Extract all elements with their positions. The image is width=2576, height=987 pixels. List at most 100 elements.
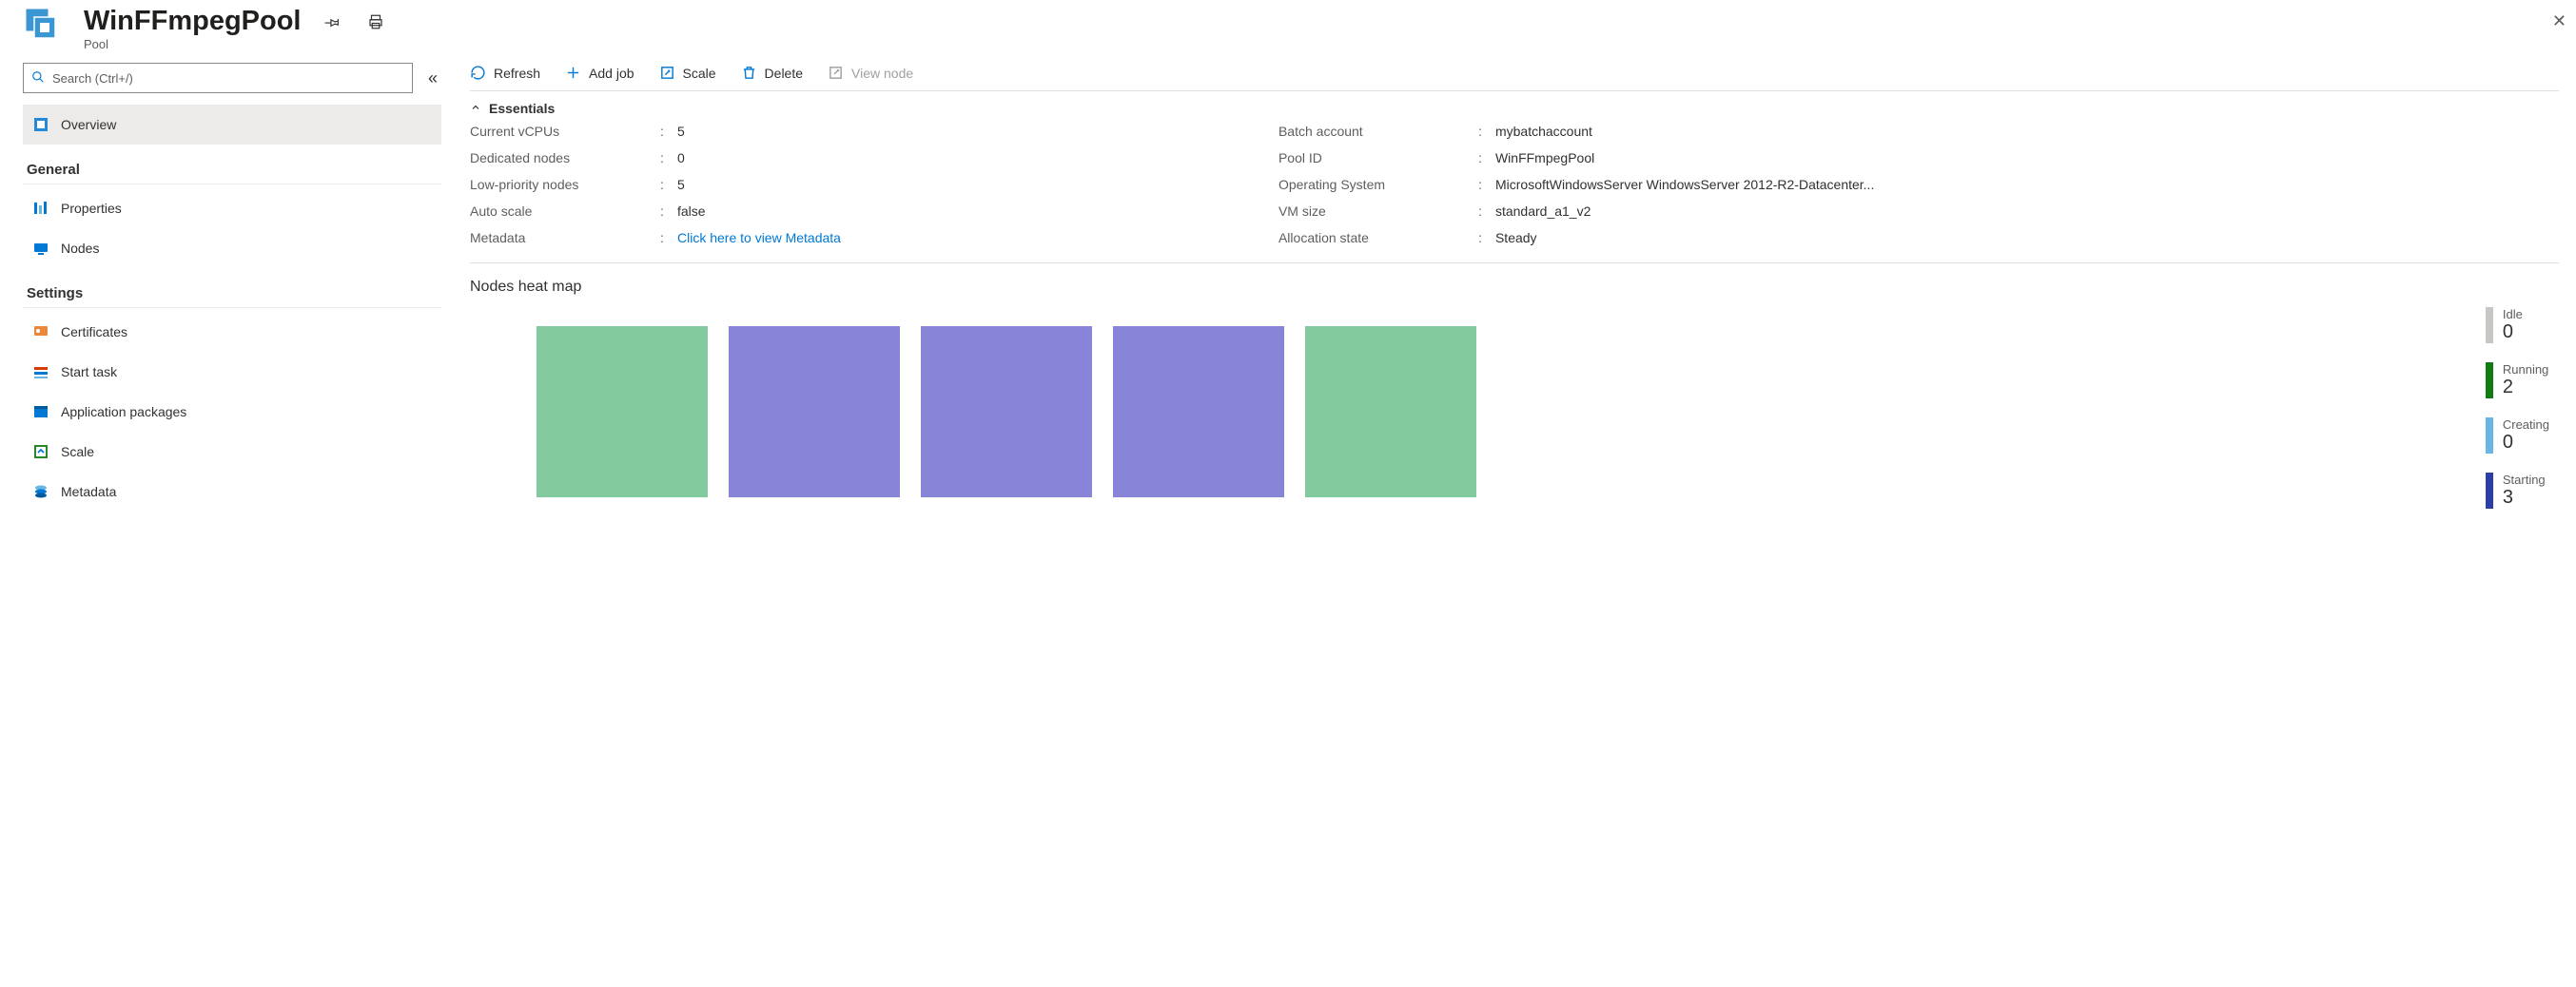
- close-button[interactable]: ✕: [2552, 11, 2566, 31]
- nav-item-label: Overview: [61, 117, 116, 132]
- essentials-left: Current vCPUs : 5 Dedicated nodes : 0 Lo…: [470, 124, 841, 245]
- nav-item-label: Metadata: [61, 484, 116, 499]
- ess-label: Dedicated nodes: [470, 150, 660, 165]
- ess-value-dedicated: 0: [677, 150, 685, 165]
- view-node-button: View node: [828, 65, 913, 81]
- delete-button[interactable]: Delete: [741, 65, 803, 81]
- toolbar-label: Scale: [683, 66, 716, 81]
- overview-icon: [32, 116, 49, 133]
- add-job-button[interactable]: Add job: [565, 65, 634, 81]
- ess-label: Low-priority nodes: [470, 177, 660, 192]
- legend-color-starting: [2486, 473, 2493, 509]
- nav-item-label: Start task: [61, 364, 117, 379]
- ess-value-allocation: Steady: [1495, 230, 1537, 245]
- scale-action-icon: [659, 65, 675, 81]
- legend-count-starting: 3: [2503, 487, 2546, 509]
- external-link-icon: [828, 65, 844, 81]
- node-tile[interactable]: [729, 326, 900, 497]
- pin-button[interactable]: [319, 9, 345, 35]
- start-task-icon: [32, 363, 49, 380]
- print-button[interactable]: [362, 9, 389, 35]
- legend-running: Running 2: [2486, 362, 2549, 398]
- chevron-up-icon: [470, 101, 481, 116]
- app-packages-icon: [32, 403, 49, 420]
- nav-group-settings: Settings: [23, 274, 441, 308]
- sidebar: « Overview General Properties: [23, 61, 441, 512]
- toolbar-label: Add job: [589, 66, 634, 81]
- ess-label: Metadata: [470, 230, 660, 245]
- ess-value-batchaccount: mybatchaccount: [1495, 124, 1592, 139]
- nav-item-label: Certificates: [61, 324, 127, 339]
- ess-value-poolid: WinFFmpegPool: [1495, 150, 1594, 165]
- ess-label: Allocation state: [1278, 230, 1478, 245]
- heatmap-legend: Idle 0 Running 2 Creat: [2486, 307, 2559, 509]
- search-box[interactable]: [23, 63, 413, 93]
- scale-button[interactable]: Scale: [659, 65, 716, 81]
- toolbar-label: Delete: [765, 66, 803, 81]
- nav-group-general: General: [23, 150, 441, 184]
- legend-starting: Starting 3: [2486, 473, 2549, 509]
- node-tile[interactable]: [1305, 326, 1476, 497]
- nav-overview[interactable]: Overview: [23, 105, 441, 145]
- metadata-link[interactable]: Click here to view Metadata: [677, 230, 841, 245]
- node-tile[interactable]: [537, 326, 708, 497]
- ess-value-os: MicrosoftWindowsServer WindowsServer 201…: [1495, 177, 1874, 192]
- delete-icon: [741, 65, 757, 81]
- collapse-sidebar-button[interactable]: «: [424, 69, 441, 87]
- ess-label: VM size: [1278, 203, 1478, 219]
- toolbar-label: Refresh: [494, 66, 540, 81]
- legend-count-idle: 0: [2503, 321, 2523, 343]
- nav-metadata[interactable]: Metadata: [23, 472, 441, 512]
- legend-count-running: 2: [2503, 377, 2548, 398]
- essentials-toggle[interactable]: Essentials: [470, 97, 2559, 124]
- nav-item-label: Properties: [61, 201, 122, 216]
- scale-icon: [32, 443, 49, 460]
- ess-value-vcpus: 5: [677, 124, 685, 139]
- ess-value-autoscale: false: [677, 203, 706, 219]
- nodes-icon: [32, 240, 49, 257]
- essentials-title: Essentials: [489, 101, 555, 116]
- legend-color-running: [2486, 362, 2493, 398]
- ess-label: Batch account: [1278, 124, 1478, 139]
- toolbar: Refresh Add job Scale: [470, 61, 2559, 90]
- page-title: WinFFmpegPool: [84, 6, 302, 37]
- legend-color-creating: [2486, 417, 2493, 454]
- nav-properties[interactable]: Properties: [23, 188, 441, 228]
- legend-label: Idle: [2503, 307, 2523, 321]
- nav-item-label: Nodes: [61, 241, 99, 256]
- legend-idle: Idle 0: [2486, 307, 2549, 343]
- ess-label: Current vCPUs: [470, 124, 660, 139]
- legend-color-idle: [2486, 307, 2493, 343]
- ess-value-lowpriority: 5: [677, 177, 685, 192]
- main-content: Refresh Add job Scale: [470, 61, 2576, 512]
- node-tile[interactable]: [1113, 326, 1284, 497]
- metadata-icon: [32, 483, 49, 500]
- nav-item-label: Scale: [61, 444, 94, 459]
- toolbar-label: View node: [851, 66, 913, 81]
- nav-start-task[interactable]: Start task: [23, 352, 441, 392]
- legend-label: Starting: [2503, 473, 2546, 487]
- legend-creating: Creating 0: [2486, 417, 2549, 454]
- ess-label: Pool ID: [1278, 150, 1478, 165]
- legend-label: Creating: [2503, 417, 2549, 432]
- plus-icon: [565, 65, 581, 81]
- search-icon: [31, 70, 45, 87]
- legend-count-creating: 0: [2503, 432, 2549, 454]
- pool-icon: [23, 6, 65, 48]
- nav-nodes[interactable]: Nodes: [23, 228, 441, 268]
- search-input[interactable]: [52, 71, 404, 86]
- legend-label: Running: [2503, 362, 2548, 377]
- nav-app-packages[interactable]: Application packages: [23, 392, 441, 432]
- essentials-right: Batch account : mybatchaccount Pool ID :…: [1278, 124, 1874, 245]
- ess-value-vmsize: standard_a1_v2: [1495, 203, 1590, 219]
- refresh-button[interactable]: Refresh: [470, 65, 540, 81]
- node-tile[interactable]: [921, 326, 1092, 497]
- ess-label: Operating System: [1278, 177, 1478, 192]
- heatmap-tiles: [470, 307, 1476, 497]
- heatmap-title: Nodes heat map: [470, 275, 2559, 307]
- page-subtitle: Pool: [84, 37, 389, 51]
- nav-scale[interactable]: Scale: [23, 432, 441, 472]
- ess-label: Auto scale: [470, 203, 660, 219]
- certificates-icon: [32, 323, 49, 340]
- nav-certificates[interactable]: Certificates: [23, 312, 441, 352]
